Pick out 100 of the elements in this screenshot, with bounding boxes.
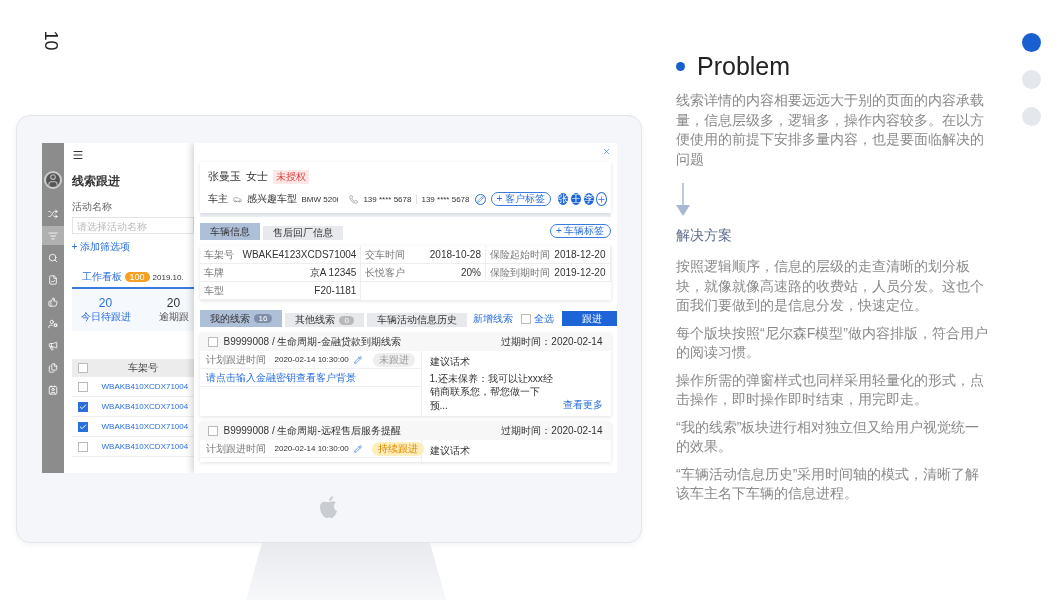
stat-value: 20 <box>166 296 181 310</box>
date-text: 2019.10. <box>152 272 184 282</box>
field-label: 活动名称 <box>71 200 113 214</box>
tab[interactable]: 车辆信息 <box>199 223 260 240</box>
solution-paragraph: 操作所需的弹窗样式也同样采用轻量化的形式，点击操作，即时操作即时结束，用完即走。 <box>676 370 985 409</box>
status-pill: 持续跟进 <box>371 441 424 456</box>
stat-label: 今日待跟进 <box>80 310 131 324</box>
info-label: 车牌 <box>203 265 224 280</box>
checkbox[interactable] <box>520 313 531 324</box>
customer-tag-button[interactable]: + 客户标签 <box>490 192 552 206</box>
checkbox[interactable] <box>77 441 88 452</box>
info-value: 2018-12-20 <box>554 249 606 260</box>
page-number: 10 <box>39 30 61 51</box>
chart-icon <box>47 274 58 285</box>
section-heading: Problem <box>697 52 791 81</box>
count-badge: 100 <box>124 272 150 282</box>
tab[interactable]: 车辆活动信息历史 <box>366 313 467 327</box>
script-text: 1.还未保养：我可以让xxx经销商联系您，帮您做一下预... <box>429 371 554 412</box>
checkbox[interactable] <box>77 363 88 373</box>
checkbox[interactable] <box>77 401 88 412</box>
car-icon <box>232 194 242 204</box>
phone-number: 139 **** 5678 <box>363 194 412 204</box>
car-model: BMW 520i <box>301 194 339 204</box>
menu-icon[interactable] <box>71 149 84 161</box>
tab[interactable]: 售后回厂信息 <box>262 226 343 240</box>
info-value: WBAKE4123XCDS71004 <box>242 249 357 260</box>
down-arrow-icon <box>676 183 690 217</box>
status-tag: 未授权 <box>272 169 309 184</box>
problem-paragraph: 线索详情的内容相要远远大于别的页面的内容承载量，信息层级多，逻辑多，操作内容较多。在以方便使用的前提下安排多量内容，也是要面临解决的问题 <box>676 91 985 169</box>
shuffle-icon <box>47 208 58 219</box>
lead-title: B9999008 / 生命周期-远程售后服务提醒 <box>223 424 401 438</box>
edit-icon[interactable] <box>353 355 362 364</box>
filter-icon <box>47 230 58 241</box>
bullet-dot <box>676 62 685 71</box>
expiry-date: 过期时间：2020-02-14 <box>501 424 603 438</box>
role-label: 车主 <box>207 192 228 206</box>
info-label: 长悦客户 <box>365 265 406 280</box>
vin-link[interactable]: WBAKB410XCDX71004 <box>101 422 189 431</box>
customer-background-link[interactable]: 请点击输入金融密钥查看客户背景 <box>205 370 356 385</box>
stat-label: 逾期跟 <box>158 310 189 324</box>
customer-title: 女士 <box>245 169 268 184</box>
info-value: 20% <box>460 267 481 278</box>
info-label: 车架号 <box>203 247 234 262</box>
close-icon[interactable] <box>601 147 611 156</box>
info-label: 保险到期时间 <box>489 265 550 280</box>
follow-up-button[interactable]: 跟进 <box>561 311 617 326</box>
user-avatar: 李 <box>583 192 596 206</box>
apple-icon <box>318 494 340 521</box>
script-title: 建议话术 <box>429 355 471 369</box>
vin-link[interactable]: WBAKB410XCDX71004 <box>101 382 189 391</box>
lead-title: B9999008 / 生命周期-金融贷款到期线索 <box>223 335 401 349</box>
column-header: 车架号 <box>127 361 158 375</box>
edit-icon[interactable] <box>474 193 486 205</box>
script-title: 建议话术 <box>429 444 471 458</box>
sidebar-item[interactable] <box>41 226 64 245</box>
select-all-label: 全选 <box>533 311 554 326</box>
user-settings-icon <box>47 318 58 329</box>
add-user-button[interactable] <box>596 192 608 206</box>
edit-icon[interactable] <box>353 444 362 453</box>
plan-label: 计划跟进时间 <box>205 352 266 367</box>
plus-icon <box>597 194 607 204</box>
view-more-link[interactable]: 查看更多 <box>562 398 603 412</box>
info-value: 京A 12345 <box>309 265 357 280</box>
page-dot[interactable] <box>1022 107 1041 126</box>
checkbox[interactable] <box>77 381 88 392</box>
tab[interactable]: 工作看板 <box>81 270 122 284</box>
phone-icon <box>349 194 359 204</box>
car-label: 感兴趣车型 <box>246 192 297 206</box>
plan-time: 2020-02-14 10:30:00 <box>274 355 349 364</box>
solution-paragraph: “我的线索”板块进行相对独立但又给用户视觉统一的效果。 <box>676 417 981 456</box>
contact-card-icon <box>47 384 58 395</box>
avatar <box>43 171 62 189</box>
phone-number: 139 **** 5678 <box>416 194 470 204</box>
status-pill: 未跟进 <box>372 352 415 367</box>
tab[interactable]: 我的线索 16 <box>199 310 283 327</box>
new-lead-link[interactable]: 新增线索 <box>472 311 513 326</box>
thumbs-up-icon <box>47 296 58 307</box>
info-label: 交车时间 <box>365 247 406 262</box>
info-value: 2019-12-20 <box>554 267 606 278</box>
info-label: 保险起始时间 <box>489 247 550 262</box>
page-dot[interactable] <box>1022 33 1041 52</box>
vin-link[interactable]: WBAKB410XCDX71004 <box>101 442 189 451</box>
info-value: 2018-10-28 <box>429 249 481 260</box>
checkbox[interactable] <box>77 421 88 432</box>
vehicle-tag-button[interactable]: + 车辆标签 <box>549 224 611 238</box>
user-avatar: 张 <box>557 192 570 206</box>
page-dot[interactable] <box>1022 70 1041 89</box>
solution-paragraph: 每个版块按照“尼尔森F模型”做内容排版，符合用户的阅读习惯。 <box>676 323 988 362</box>
checkbox[interactable] <box>207 337 218 347</box>
plan-time: 2020-02-14 10:30:00 <box>274 444 349 453</box>
solution-title: 解决方案 <box>676 227 733 245</box>
solution-paragraph: 按照逻辑顺序，信息的层级的走查清晰的划分板块，就像就像高速路的收费站，人员分发。这也个面我们要做到的是信息分发，快速定位。 <box>676 257 985 315</box>
checkbox[interactable] <box>207 426 218 436</box>
panel-title: 线索跟进 <box>71 173 121 190</box>
solution-paragraph: “车辆活动信息历史”采用时间轴的模式，清晰了解该车主名下车辆的信息进程。 <box>676 464 981 503</box>
search-icon <box>47 252 58 263</box>
plan-label: 计划跟进时间 <box>205 441 266 456</box>
add-filter-link[interactable]: + 添加筛选项 <box>71 240 131 254</box>
vin-link[interactable]: WBAKB410XCDX71004 <box>101 402 189 411</box>
expiry-date: 过期时间：2020-02-14 <box>501 335 603 349</box>
